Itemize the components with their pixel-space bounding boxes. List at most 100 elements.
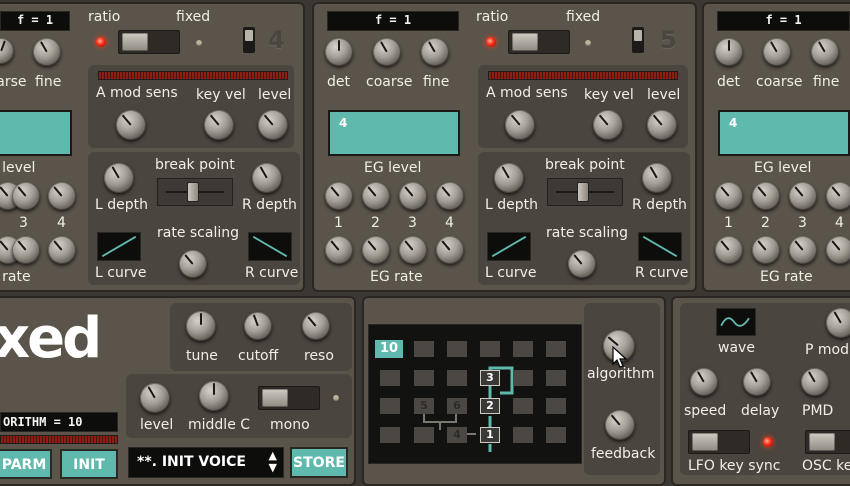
feedback-knob[interactable] — [605, 410, 635, 440]
op4-enable-switch[interactable] — [243, 27, 255, 53]
op5-eg-level-knob-3[interactable] — [399, 182, 427, 210]
algorithm-operator-5: 5 — [414, 398, 434, 414]
op4-rate-scaling-knob[interactable] — [179, 250, 207, 278]
op6-eg-level-knob-4[interactable] — [826, 182, 850, 210]
op4-ratio-label: ratio — [88, 9, 121, 25]
op5-break-point-slider[interactable] — [547, 178, 623, 206]
op6-eg-rate-knob-2[interactable] — [752, 236, 780, 264]
osc-key-sync-toggle[interactable] — [805, 430, 850, 454]
reso-knob[interactable] — [302, 312, 330, 340]
op4-eg-rate-knob-4[interactable] — [48, 236, 76, 264]
op4-a-mod-sens-knob[interactable] — [116, 110, 146, 140]
middle-c-label: middle C — [188, 417, 251, 433]
op6-det-knob[interactable] — [715, 38, 743, 66]
op5-eg-level-knob-2[interactable] — [362, 182, 390, 210]
op5-l-depth-knob[interactable] — [494, 163, 524, 193]
op4-fine-knob[interactable] — [33, 38, 61, 66]
op4-r-depth-knob[interactable] — [252, 163, 282, 193]
op5-eg-level-label: EG level — [364, 160, 422, 176]
op6-coarse-knob[interactable] — [763, 38, 791, 66]
parm-button[interactable]: PARM — [0, 449, 52, 479]
op5-enable-switch[interactable] — [632, 27, 644, 53]
op5-eg-level-knob-4[interactable] — [436, 182, 464, 210]
op4-l-depth-knob[interactable] — [104, 163, 134, 193]
cutoff-knob[interactable] — [244, 312, 272, 340]
op4-eg-level-knob-4[interactable] — [48, 182, 76, 210]
wave-display[interactable] — [716, 308, 756, 336]
p-mod-knob[interactable] — [826, 308, 850, 338]
op6-fine-knob[interactable] — [811, 38, 839, 66]
lfo-key-sync-label: LFO key sync — [688, 458, 781, 474]
pmd-knob[interactable] — [801, 368, 829, 396]
op4-frequency-display: f = 1 — [0, 11, 70, 31]
op6-eg-rate-knob-1[interactable] — [715, 236, 743, 264]
op6-det-label: det — [717, 74, 740, 90]
op4-key-vel-knob[interactable] — [204, 110, 234, 140]
mono-toggle[interactable] — [258, 386, 320, 410]
op4-ratio-fixed-toggle[interactable] — [118, 30, 180, 54]
op5-det-label: det — [327, 74, 350, 90]
algorithm-operator-4: 4 — [447, 427, 467, 443]
pmd-label: PMD — [802, 403, 834, 419]
speed-knob[interactable] — [690, 368, 718, 396]
algorithm-operator-2: 2 — [480, 398, 500, 414]
op5-l-curve-display[interactable] — [487, 232, 531, 261]
op5-key-vel-knob[interactable] — [593, 110, 623, 140]
tune-knob[interactable] — [186, 311, 216, 341]
op5-rate-scaling-label: rate scaling — [546, 225, 628, 241]
op4-eg-rate-knob-3[interactable] — [12, 236, 40, 264]
op5-a-mod-sens-label: A mod sens — [486, 85, 568, 101]
op6-eg-level-knob-1[interactable] — [715, 182, 743, 210]
op4-fine-label: fine — [35, 74, 62, 90]
op4-stage-4-label: 4 — [57, 215, 66, 231]
wave-label: wave — [718, 340, 755, 356]
op5-eg-rate-knob-4[interactable] — [436, 236, 464, 264]
op5-fine-knob[interactable] — [421, 38, 449, 66]
op4-break-point-slider[interactable] — [157, 178, 233, 206]
init-button[interactable]: INIT — [60, 449, 118, 479]
p-mod-label: P mod — [805, 342, 849, 358]
level-knob[interactable] — [140, 383, 170, 413]
op5-coarse-label: coarse — [366, 74, 413, 90]
op5-r-curve-display[interactable] — [638, 232, 682, 261]
op4-r-curve-display[interactable] — [248, 232, 292, 261]
op4-l-curve-display[interactable] — [97, 232, 141, 261]
op5-r-depth-label: R depth — [632, 197, 687, 213]
op6-fine-label: fine — [813, 74, 840, 90]
op5-rate-scaling-knob[interactable] — [568, 250, 596, 278]
delay-knob[interactable] — [743, 368, 771, 396]
preset-selector[interactable]: **. INIT VOICE ▲ ▼ — [128, 447, 284, 478]
op5-det-knob[interactable] — [325, 38, 353, 66]
op6-eg-level-knob-3[interactable] — [789, 182, 817, 210]
op5-level-knob[interactable] — [647, 110, 677, 140]
op4-eg-level-knob-3[interactable] — [12, 182, 40, 210]
op5-a-mod-sens-knob[interactable] — [505, 110, 535, 140]
op4-fixed-indicator — [196, 40, 202, 46]
middle-c-knob[interactable] — [199, 381, 229, 411]
op4-r-curve-label: R curve — [245, 265, 299, 281]
feedback-label: feedback — [591, 446, 656, 462]
op5-r-depth-knob[interactable] — [642, 163, 672, 193]
preset-name: **. INIT VOICE — [137, 454, 246, 470]
op5-coarse-knob[interactable] — [373, 38, 401, 66]
op5-eg-rate-knob-1[interactable] — [325, 236, 353, 264]
level-label: level — [140, 417, 174, 433]
lfo-key-sync-toggle[interactable] — [688, 430, 750, 454]
op4-eg-level-label: EG level — [0, 160, 36, 176]
algorithm-operator-1: 1 — [480, 427, 500, 443]
op5-ratio-fixed-toggle[interactable] — [508, 30, 570, 54]
op4-r-depth-label: R depth — [242, 197, 297, 213]
op4-level-knob[interactable] — [258, 110, 288, 140]
preset-spinner-icon[interactable]: ▲ ▼ — [269, 450, 277, 474]
op6-eg-level-knob-2[interactable] — [752, 182, 780, 210]
op5-eg-rate-knob-2[interactable] — [362, 236, 390, 264]
op5-fixed-indicator — [585, 40, 591, 46]
op5-eg-rate-knob-3[interactable] — [399, 236, 427, 264]
op4-break-point-label: break point — [155, 157, 235, 173]
op6-eg-rate-knob-3[interactable] — [789, 236, 817, 264]
op5-eg-level-knob-1[interactable] — [325, 182, 353, 210]
store-button[interactable]: STORE — [290, 447, 348, 478]
op6-stage-1-label: 1 — [724, 215, 733, 231]
op6-eg-rate-knob-4[interactable] — [826, 236, 850, 264]
algorithm-label: algorithm — [587, 366, 655, 382]
